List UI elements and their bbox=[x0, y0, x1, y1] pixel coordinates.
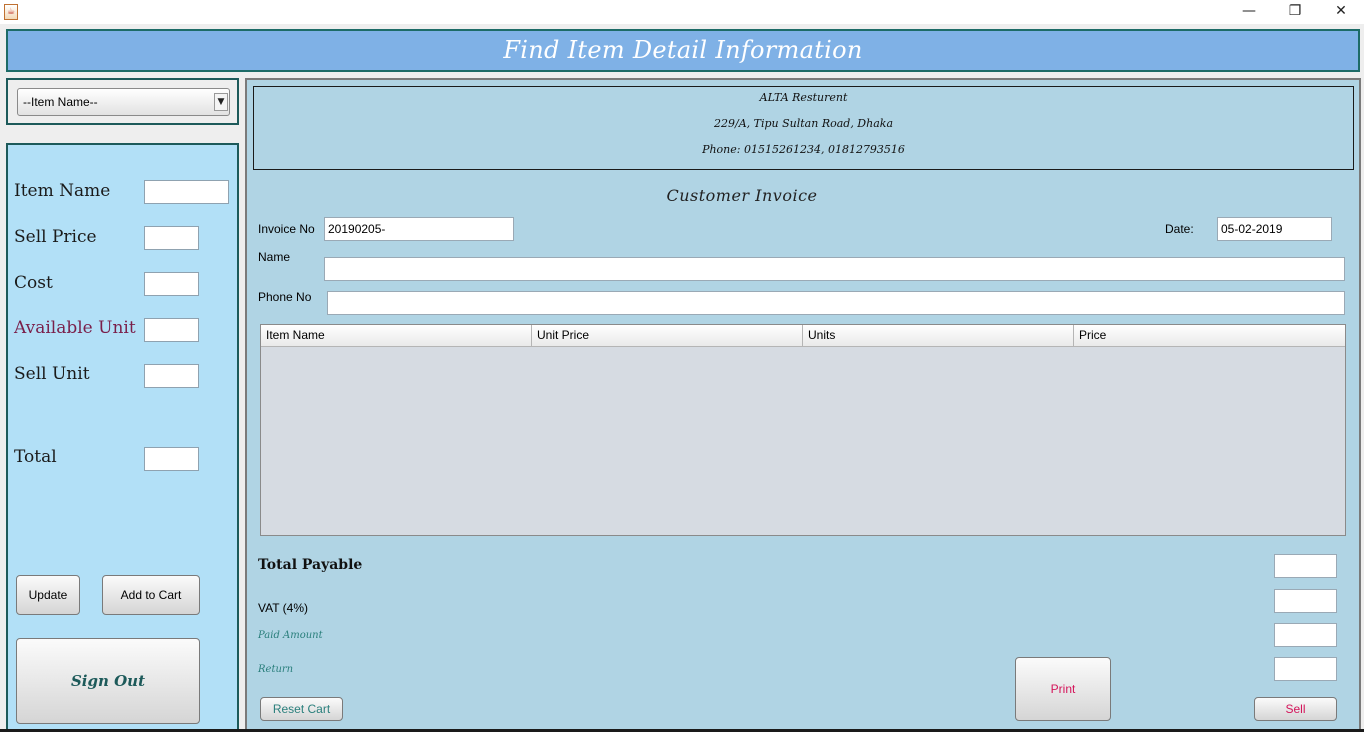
sell-unit-field[interactable] bbox=[144, 364, 199, 388]
paid-amount-field[interactable] bbox=[1274, 623, 1337, 647]
restaurant-address: 229/A, Tipu Sultan Road, Dhaka bbox=[714, 117, 893, 130]
date-label: Date: bbox=[1165, 222, 1194, 236]
close-button[interactable]: ✕ bbox=[1318, 0, 1364, 22]
vat-label: VAT (4%) bbox=[258, 601, 309, 615]
total-payable-label: Total Payable bbox=[258, 557, 363, 573]
java-icon: ☕ bbox=[4, 4, 18, 20]
cart-table-header: Item Name Unit Price Units Price bbox=[261, 325, 1345, 347]
phone-no-label: Phone No bbox=[258, 290, 312, 304]
add-to-cart-button[interactable]: Add to Cart bbox=[102, 575, 200, 615]
customer-name-field[interactable] bbox=[324, 257, 1345, 281]
total-payable-field[interactable] bbox=[1274, 554, 1337, 578]
available-unit-field[interactable] bbox=[144, 318, 199, 342]
item-name-label: Item Name bbox=[14, 181, 111, 201]
customer-name-label: Name bbox=[258, 250, 291, 264]
sell-price-label: Sell Price bbox=[14, 227, 97, 247]
date-field[interactable]: 05-02-2019 bbox=[1217, 217, 1332, 241]
reset-cart-button[interactable]: Reset Cart bbox=[260, 697, 343, 721]
total-field[interactable] bbox=[144, 447, 199, 471]
column-header-unit-price[interactable]: Unit Price bbox=[532, 325, 803, 347]
sell-unit-label: Sell Unit bbox=[14, 364, 90, 384]
invoice-no-field[interactable]: 20190205- bbox=[324, 217, 514, 241]
item-name-dropdown-value: --Item Name-- bbox=[23, 95, 98, 109]
column-header-price[interactable]: Price bbox=[1074, 325, 1345, 347]
restaurant-phone: Phone: 01515261234, 01812793516 bbox=[702, 143, 905, 156]
page-title: Find Item Detail Information bbox=[503, 36, 863, 64]
invoice-no-label: Invoice No bbox=[258, 222, 315, 236]
cart-table[interactable]: Item Name Unit Price Units Price bbox=[260, 324, 1346, 536]
sell-price-field[interactable] bbox=[144, 226, 199, 250]
print-button[interactable]: Print bbox=[1015, 657, 1111, 721]
cost-field[interactable] bbox=[144, 272, 199, 296]
invoice-panel: ALTA Resturent 229/A, Tipu Sultan Road, … bbox=[245, 78, 1361, 732]
item-name-dropdown[interactable]: --Item Name-- ▼ bbox=[17, 88, 230, 116]
minimize-button[interactable]: — bbox=[1226, 0, 1272, 22]
invoice-title: Customer Invoice bbox=[666, 186, 818, 205]
vat-field[interactable] bbox=[1274, 589, 1337, 613]
available-unit-label: Available Unit bbox=[14, 318, 136, 338]
item-name-field[interactable] bbox=[144, 180, 229, 204]
return-label: Return bbox=[258, 664, 294, 675]
maximize-button[interactable]: ❐ bbox=[1272, 0, 1318, 22]
window-titlebar: ☕ — ❐ ✕ bbox=[0, 0, 1364, 24]
column-header-units[interactable]: Units bbox=[803, 325, 1074, 347]
total-label: Total bbox=[14, 447, 57, 467]
paid-amount-label: Paid Amount bbox=[258, 630, 323, 641]
chevron-down-icon[interactable]: ▼ bbox=[214, 93, 228, 111]
page-header: Find Item Detail Information bbox=[6, 29, 1360, 72]
column-header-item-name[interactable]: Item Name bbox=[261, 325, 532, 347]
cost-label: Cost bbox=[14, 273, 53, 293]
restaurant-name: ALTA Resturent bbox=[759, 91, 848, 104]
sell-button[interactable]: Sell bbox=[1254, 697, 1337, 721]
item-selector-panel: --Item Name-- ▼ bbox=[6, 78, 239, 125]
return-field[interactable] bbox=[1274, 657, 1337, 681]
sign-out-button[interactable]: Sign Out bbox=[16, 638, 200, 724]
item-detail-panel: Item Name Sell Price Cost Available Unit… bbox=[6, 143, 239, 732]
update-button[interactable]: Update bbox=[16, 575, 80, 615]
restaurant-info: ALTA Resturent 229/A, Tipu Sultan Road, … bbox=[253, 86, 1354, 170]
phone-no-field[interactable] bbox=[327, 291, 1345, 315]
